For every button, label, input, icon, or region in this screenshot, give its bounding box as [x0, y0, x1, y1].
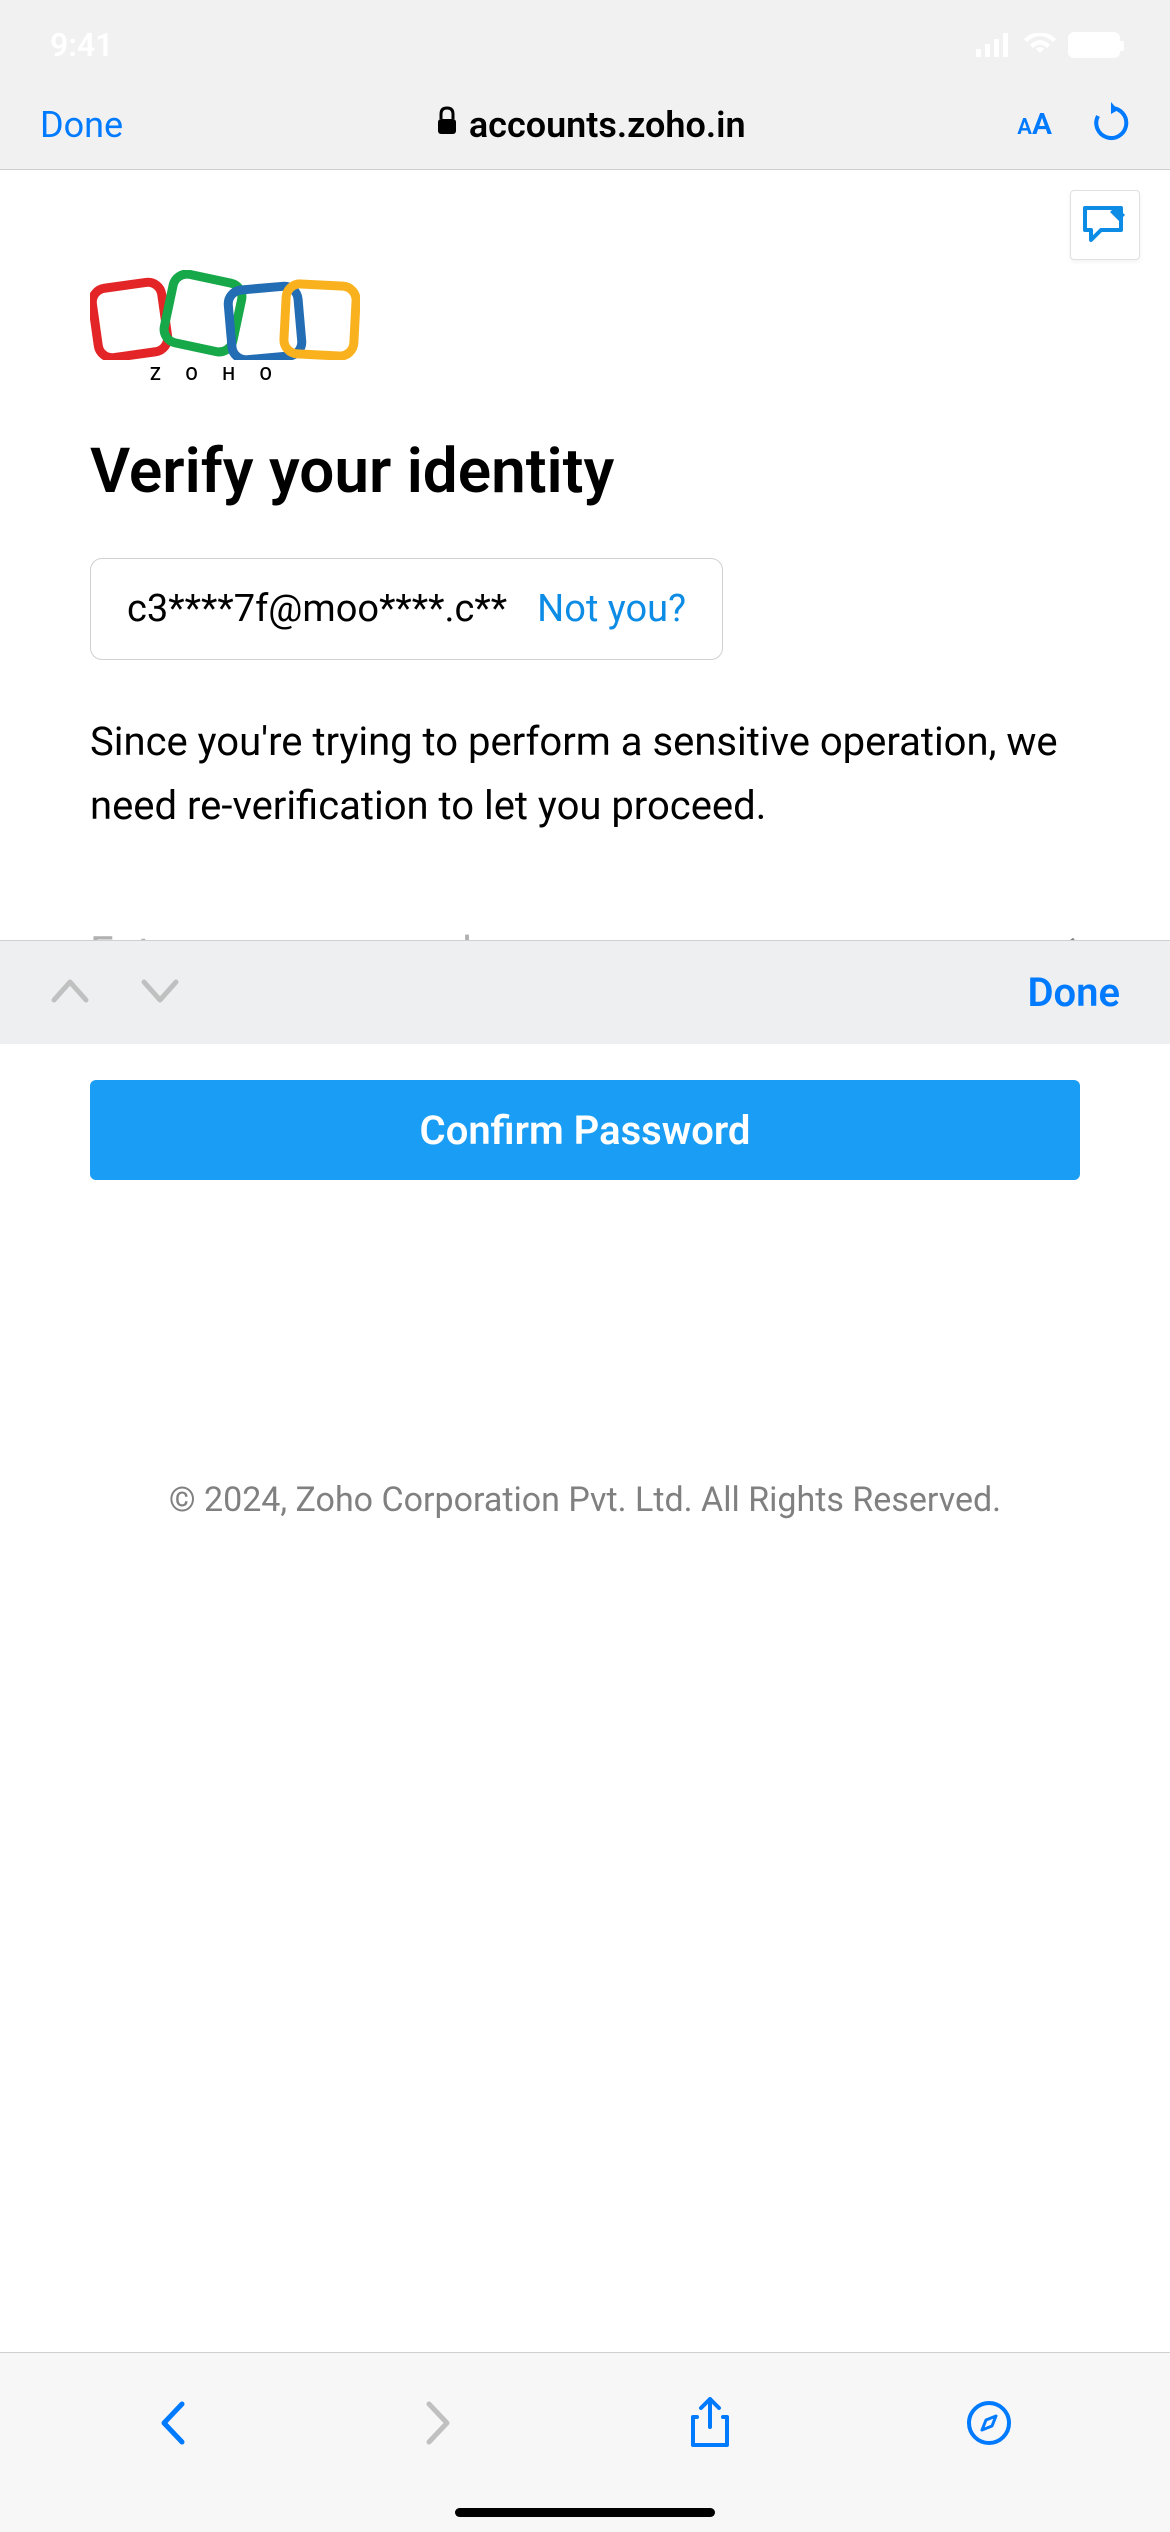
- safari-compass-button[interactable]: [966, 2400, 1012, 2446]
- wifi-icon: [1024, 33, 1056, 57]
- status-time: 9:41: [50, 26, 114, 64]
- back-button[interactable]: [158, 2400, 188, 2446]
- url-text: accounts.zoho.in: [469, 104, 746, 146]
- footer-copyright: © 2024, Zoho Corporation Pvt. Ltd. All R…: [0, 1480, 1170, 1520]
- url-container[interactable]: accounts.zoho.in: [163, 104, 1017, 146]
- share-button[interactable]: [689, 2397, 731, 2449]
- next-field-button[interactable]: [140, 978, 180, 1008]
- page-content: Z O H O Verify your identity c3****7f@mo…: [0, 170, 1170, 1041]
- logo-text: Z O H O: [150, 364, 1080, 385]
- prev-field-button[interactable]: [50, 978, 90, 1008]
- masked-email: c3****7f@moo****.c**: [127, 587, 507, 631]
- feedback-button[interactable]: [1070, 190, 1140, 260]
- lock-icon: [435, 106, 459, 143]
- not-you-link[interactable]: Not you?: [537, 587, 686, 631]
- refresh-button[interactable]: [1092, 102, 1130, 148]
- description-text: Since you're trying to perform a sensiti…: [90, 710, 1080, 838]
- text-size-button[interactable]: AA: [1017, 107, 1052, 142]
- battery-icon: [1068, 32, 1120, 58]
- forward-button[interactable]: [423, 2400, 453, 2446]
- keyboard-done-button[interactable]: Done: [1027, 969, 1120, 1016]
- done-button[interactable]: Done: [40, 104, 123, 146]
- email-identity-box: c3****7f@moo****.c** Not you?: [90, 558, 723, 660]
- status-icons: [976, 32, 1120, 58]
- page-title: Verify your identity: [90, 435, 1080, 508]
- confirm-password-button[interactable]: Confirm Password: [90, 1080, 1080, 1180]
- zoho-logo: Z O H O: [90, 270, 1080, 385]
- browser-bottom-toolbar: [0, 2352, 1170, 2532]
- keyboard-accessory-bar: Done: [0, 940, 1170, 1044]
- status-bar: 9:41: [0, 0, 1170, 80]
- home-indicator[interactable]: [455, 2508, 715, 2517]
- browser-address-bar: Done accounts.zoho.in AA: [0, 80, 1170, 170]
- cellular-signal-icon: [976, 33, 1012, 57]
